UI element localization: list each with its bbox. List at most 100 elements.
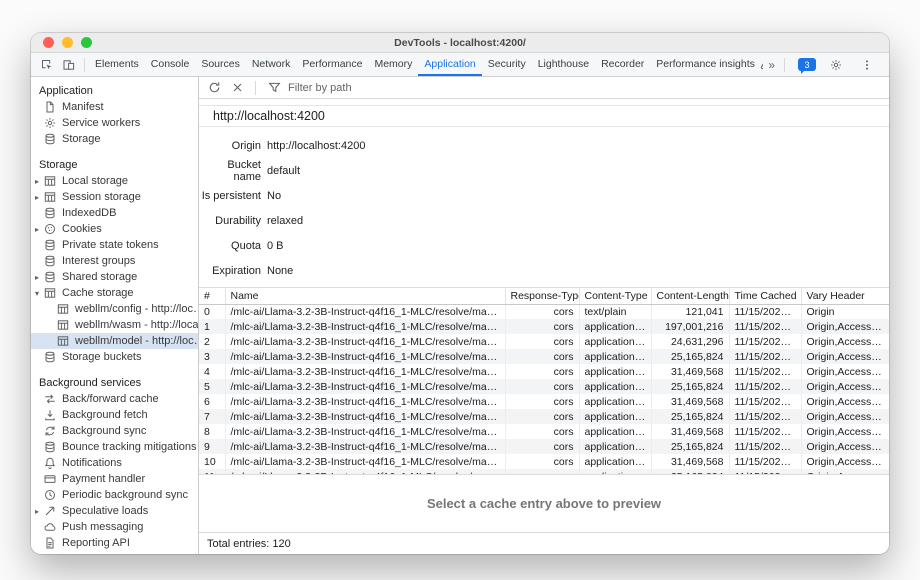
titlebar: DevTools - localhost:4200/ <box>31 33 889 53</box>
metadata-value: 0 B <box>267 240 284 252</box>
tab-console[interactable]: Console <box>145 53 196 76</box>
tab-sources[interactable]: Sources <box>195 53 246 76</box>
cell-time-cached: 11/15/2024, 10… <box>729 349 801 364</box>
tab-label: Performance insights <box>656 58 755 70</box>
settings-button[interactable] <box>825 55 847 75</box>
close-window-button[interactable] <box>43 37 54 48</box>
column-header-content-type[interactable]: Content-Type <box>579 288 651 304</box>
sidebar-item-indexeddb[interactable]: IndexedDB <box>31 205 198 221</box>
column-header-name[interactable]: Name <box>225 288 505 304</box>
cache-entry-row[interactable]: 9/mlc-ai/Llama-3.2-3B-Instruct-q4f16_1-M… <box>199 439 889 454</box>
sidebar-item-payment-handler[interactable]: Payment handler <box>31 471 198 487</box>
cell-: 3 <box>199 349 225 364</box>
messages-button[interactable]: 3 <box>798 58 816 71</box>
cell-response-type: cors <box>505 319 579 334</box>
separator <box>784 58 785 72</box>
kebab-icon <box>861 59 873 71</box>
cookie-icon <box>43 223 57 235</box>
metadata-label: Bucket name <box>199 159 261 183</box>
gear-icon <box>43 117 57 129</box>
sidebar-item-webllm-config-http-loc[interactable]: webllm/config - http://loc… <box>31 301 198 317</box>
sidebar-item-cookies[interactable]: ▸Cookies <box>31 221 198 237</box>
chevron-down-icon[interactable]: ▾ <box>31 289 43 298</box>
column-header-content-length[interactable]: Content-Length <box>651 288 729 304</box>
cell-vary-header: Origin,Access… <box>801 424 889 439</box>
tab-performance[interactable]: Performance <box>296 53 368 76</box>
cache-entry-row[interactable]: 10/mlc-ai/Llama-3.2-3B-Instruct-q4f16_1-… <box>199 454 889 469</box>
cache-entry-row[interactable]: 5/mlc-ai/Llama-3.2-3B-Instruct-q4f16_1-M… <box>199 379 889 394</box>
sidebar-item-push-messaging[interactable]: Push messaging <box>31 519 198 535</box>
delete-selected-button[interactable] <box>228 79 246 97</box>
separator <box>255 81 256 95</box>
tab-security[interactable]: Security <box>482 53 532 76</box>
sidebar-item-speculative-loads[interactable]: ▸Speculative loads <box>31 503 198 519</box>
chevron-right-icon[interactable]: ▸ <box>31 193 43 202</box>
column-header-response-type[interactable]: Response-Type <box>505 288 579 304</box>
tab-label: Elements <box>95 58 139 70</box>
sidebar-item-cache-storage[interactable]: ▾Cache storage <box>31 285 198 301</box>
database-icon <box>43 207 57 219</box>
cell-time-cached: 11/15/2024, 10… <box>729 454 801 469</box>
status-bar: Total entries: 120 <box>199 532 889 554</box>
cache-entry-row[interactable]: 8/mlc-ai/Llama-3.2-3B-Instruct-q4f16_1-M… <box>199 424 889 439</box>
device-icon <box>63 59 75 71</box>
sidebar-item-shared-storage[interactable]: ▸Shared storage <box>31 269 198 285</box>
cell-response-type: cors <box>505 364 579 379</box>
sidebar-item-webllm-model-http-loc[interactable]: webllm/model - http://loc… <box>31 333 198 349</box>
sidebar-item-private-state-tokens[interactable]: Private state tokens <box>31 237 198 253</box>
tab-performance-insights[interactable]: Performance insights <box>650 53 763 76</box>
more-tabs-button[interactable]: » <box>763 58 780 72</box>
gear-icon <box>830 59 842 71</box>
minimize-window-button[interactable] <box>62 37 73 48</box>
cache-entry-row[interactable]: 0/mlc-ai/Llama-3.2-3B-Instruct-q4f16_1-M… <box>199 304 889 319</box>
filter-button[interactable] <box>265 79 283 97</box>
chevron-right-icon[interactable]: ▸ <box>31 507 43 516</box>
zoom-window-button[interactable] <box>81 37 92 48</box>
cell-content-length: 31,469,568 <box>651 454 729 469</box>
payment-icon <box>43 473 57 485</box>
sidebar-item-background-fetch[interactable]: Background fetch <box>31 407 198 423</box>
inspect-element-button[interactable] <box>36 55 58 75</box>
tab-lighthouse[interactable]: Lighthouse <box>532 53 595 76</box>
sidebar-item-storage[interactable]: Storage <box>31 131 198 147</box>
tab-application[interactable]: Application <box>418 53 481 76</box>
cache-entry-row[interactable]: 6/mlc-ai/Llama-3.2-3B-Instruct-q4f16_1-M… <box>199 394 889 409</box>
sidebar-item-manifest[interactable]: Manifest <box>31 99 198 115</box>
tab-network[interactable]: Network <box>246 53 297 76</box>
chevron-right-icon[interactable]: ▸ <box>31 225 43 234</box>
tab-memory[interactable]: Memory <box>368 53 418 76</box>
sidebar-item-session-storage[interactable]: ▸ Session storage <box>31 189 198 205</box>
sidebar-item-local-storage[interactable]: ▸ Local storage <box>31 173 198 189</box>
cache-entry-row[interactable]: 7/mlc-ai/Llama-3.2-3B-Instruct-q4f16_1-M… <box>199 409 889 424</box>
sidebar-item-back-forward-cache[interactable]: Back/forward cache <box>31 391 198 407</box>
sidebar-item-label: Session storage <box>62 191 141 203</box>
cache-entry-row[interactable]: 1/mlc-ai/Llama-3.2-3B-Instruct-q4f16_1-M… <box>199 319 889 334</box>
column-header-vary-header[interactable]: Vary Header <box>801 288 889 304</box>
refresh-button[interactable] <box>205 79 223 97</box>
sidebar-item-periodic-background-sync[interactable]: Periodic background sync <box>31 487 198 503</box>
sidebar-item-label: Background fetch <box>62 409 148 421</box>
cell-time-cached: 11/15/2024, 10… <box>729 424 801 439</box>
tab-elements[interactable]: Elements <box>89 53 145 76</box>
sidebar-item-reporting-api[interactable]: Reporting API <box>31 535 198 551</box>
column-header-[interactable]: # <box>199 288 225 304</box>
sidebar-item-webllm-wasm-http-loca[interactable]: webllm/wasm - http://loca… <box>31 317 198 333</box>
chevron-right-icon[interactable]: ▸ <box>31 177 43 186</box>
cell-content-type: application/oc… <box>579 334 651 349</box>
sidebar-item-background-sync[interactable]: Background sync <box>31 423 198 439</box>
cache-entry-row[interactable]: 2/mlc-ai/Llama-3.2-3B-Instruct-q4f16_1-M… <box>199 334 889 349</box>
sidebar-item-storage-buckets[interactable]: Storage buckets <box>31 349 198 365</box>
sidebar-item-label: Local storage <box>62 175 128 187</box>
sidebar-item-service-workers[interactable]: Service workers <box>31 115 198 131</box>
filter-input[interactable] <box>288 82 528 94</box>
cache-entry-row[interactable]: 4/mlc-ai/Llama-3.2-3B-Instruct-q4f16_1-M… <box>199 364 889 379</box>
menu-button[interactable] <box>856 55 878 75</box>
sidebar-item-notifications[interactable]: Notifications <box>31 455 198 471</box>
device-toolbar-button[interactable] <box>58 55 80 75</box>
sidebar-item-bounce-tracking-mitigations[interactable]: Bounce tracking mitigations <box>31 439 198 455</box>
chevron-right-icon[interactable]: ▸ <box>31 273 43 282</box>
column-header-time-cached[interactable]: Time Cached <box>729 288 801 304</box>
tab-recorder[interactable]: Recorder <box>595 53 650 76</box>
cache-entry-row[interactable]: 3/mlc-ai/Llama-3.2-3B-Instruct-q4f16_1-M… <box>199 349 889 364</box>
sidebar-item-interest-groups[interactable]: Interest groups <box>31 253 198 269</box>
